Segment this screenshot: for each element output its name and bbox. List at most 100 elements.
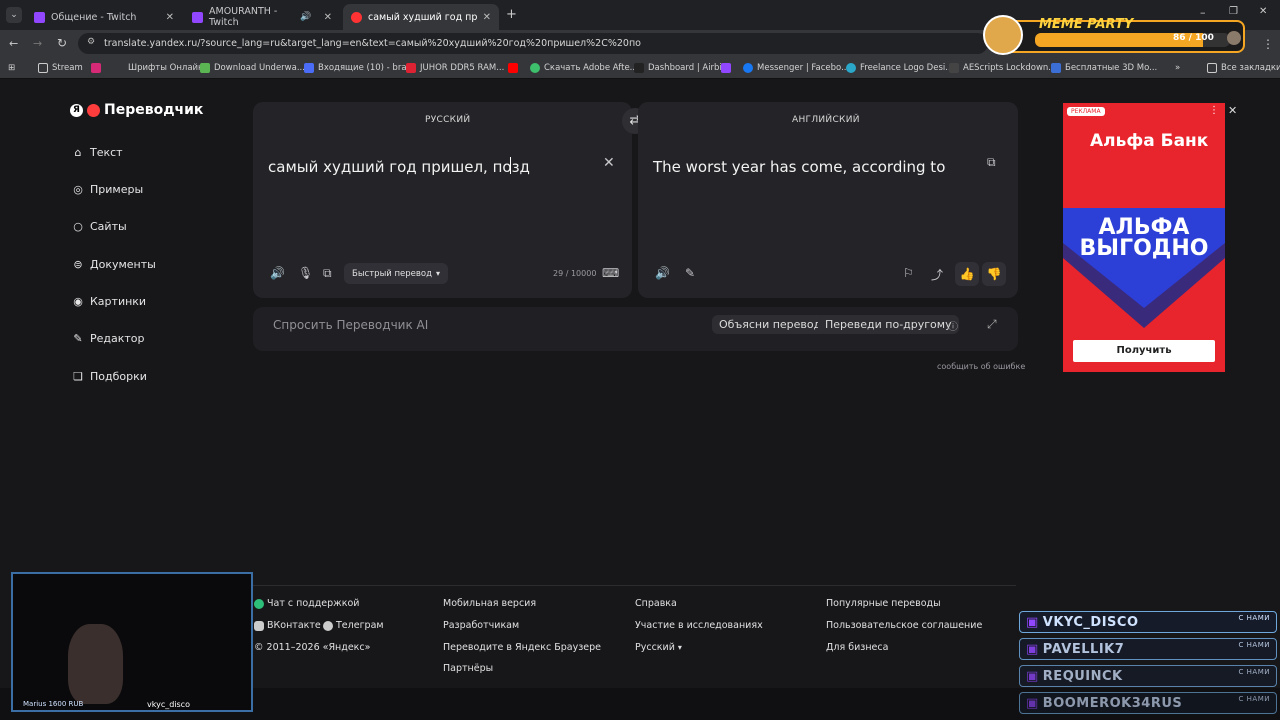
bookmark-stream[interactable]: Stream bbox=[38, 57, 83, 79]
share-icon[interactable]: ⤴ bbox=[931, 266, 943, 283]
all-bookmarks[interactable]: Все закладки bbox=[1207, 57, 1280, 79]
sidebar-item-sites[interactable]: ○ Сайты bbox=[72, 219, 126, 233]
footer-help-link[interactable]: Справка bbox=[635, 598, 677, 609]
speaker-icon[interactable]: 🔊 bbox=[655, 266, 670, 280]
translate-differently-chip[interactable]: Переведи по-другому bbox=[818, 315, 959, 334]
ad-get-button[interactable]: Получить bbox=[1073, 340, 1215, 362]
sidebar-item-images[interactable]: ◉ Картинки bbox=[72, 295, 146, 308]
yandex-translate-icon bbox=[351, 11, 362, 23]
translation-output: The worst year has come, according to bbox=[653, 158, 946, 176]
expand-icon[interactable]: ⤢ bbox=[987, 317, 997, 332]
sidebar-item-examples[interactable]: ◎ Примеры bbox=[72, 183, 143, 196]
source-text-input[interactable]: самый худший год пришел, позд bbox=[268, 158, 530, 176]
footer-business-link[interactable]: Для бизнеса bbox=[826, 642, 888, 653]
minimize-button[interactable]: – bbox=[1200, 6, 1206, 19]
close-window-button[interactable]: ✕ bbox=[1259, 6, 1267, 17]
target-language-selector[interactable]: АНГЛИЙСКИЙ bbox=[792, 115, 860, 125]
vk-icon bbox=[254, 620, 264, 631]
sidebar-item-collections[interactable]: ❏ Подборки bbox=[72, 370, 147, 383]
footer-terms-link[interactable]: Пользовательское соглашение bbox=[826, 620, 982, 631]
clear-text-icon[interactable]: ✕ bbox=[603, 155, 615, 171]
meme-party-widget: MEME PARTY 86 / 100 bbox=[983, 15, 1245, 55]
explain-translation-chip[interactable]: Объясни перевод bbox=[712, 315, 829, 334]
forward-icon[interactable]: → bbox=[33, 37, 42, 50]
close-ad-icon[interactable]: ✕ bbox=[1228, 104, 1237, 117]
bookmark-aescripts[interactable]: AEScripts Lockdown... bbox=[949, 57, 1056, 79]
bookmark-download[interactable]: Download Underwa... bbox=[200, 57, 305, 79]
copy-translation-icon[interactable]: ⧉ bbox=[987, 155, 996, 170]
bookmark-adobe[interactable]: Скачать Adobe Afte... bbox=[530, 57, 638, 79]
apps-icon[interactable]: ⊞ bbox=[8, 57, 15, 79]
copyright: © 2011–2026 «Яндекс» bbox=[254, 642, 371, 653]
reload-icon[interactable]: ↻ bbox=[57, 36, 67, 50]
footer-partners-link[interactable]: Партнёры bbox=[443, 663, 493, 674]
more-bookmarks-icon[interactable]: » bbox=[1175, 57, 1180, 79]
collections-icon: ❏ bbox=[73, 369, 83, 383]
editor-icon: ✎ bbox=[73, 331, 83, 345]
maximize-button[interactable]: ❐ bbox=[1229, 6, 1238, 17]
footer-mobile-link[interactable]: Мобильная версия bbox=[443, 598, 536, 609]
vk-link[interactable]: ВКонтакте bbox=[254, 620, 321, 631]
bookmark-3d[interactable]: Бесплатные 3D Mo... bbox=[1051, 57, 1157, 79]
back-icon[interactable]: ← bbox=[9, 37, 18, 50]
edit-icon[interactable]: ✎ bbox=[685, 266, 695, 280]
telegram-link[interactable]: Телеграм bbox=[323, 620, 384, 631]
close-tab-icon[interactable]: ✕ bbox=[324, 12, 332, 23]
footer-popular-link[interactable]: Популярные переводы bbox=[826, 598, 941, 609]
footer-browser-link[interactable]: Переводите в Яндекс Браузере bbox=[443, 642, 601, 653]
support-chat-link[interactable]: Чат с поддержкой bbox=[254, 598, 359, 609]
footer-developers-link[interactable]: Разработчикам bbox=[443, 620, 519, 631]
bookmark-youtube[interactable] bbox=[508, 57, 518, 79]
bookmark-fonts[interactable] bbox=[91, 57, 101, 79]
tab-amouranth[interactable]: AMOURANTH - Twitch 🔊 ✕ bbox=[184, 4, 340, 30]
bookmark-facebook[interactable]: Messenger | Facebo... bbox=[743, 57, 849, 79]
bookmark-messenger[interactable] bbox=[721, 57, 731, 79]
sidebar-item-editor[interactable]: ✎ Редактор bbox=[72, 331, 144, 345]
microphone-icon[interactable]: 🎙 bbox=[298, 266, 313, 280]
close-tab-icon[interactable]: ✕ bbox=[166, 12, 174, 23]
text-cursor bbox=[510, 157, 511, 174]
new-tab-button[interactable]: + bbox=[506, 7, 517, 22]
thumbs-up-icon[interactable]: 👍 bbox=[955, 262, 979, 286]
speaker-icon[interactable]: 🔊 bbox=[270, 266, 285, 280]
ad-tag: РЕКЛАМА bbox=[1067, 107, 1105, 116]
bookmark-inbox[interactable]: Входящие (10) - bra... bbox=[304, 57, 415, 79]
report-error-link[interactable]: сообщить об ошибке bbox=[937, 362, 1025, 371]
footer-language-select[interactable]: Русский ▾ bbox=[635, 642, 682, 653]
translation-mode-select[interactable]: Быстрый перевод ▾ bbox=[344, 263, 449, 284]
browser-menu-icon[interactable]: ⋮ bbox=[1262, 37, 1274, 51]
thumbs-down-icon[interactable]: 👎 bbox=[982, 262, 1006, 286]
ai-ask-input[interactable]: Спросить Переводчик AI bbox=[273, 318, 428, 332]
tab-twitch-chat[interactable]: Общение - Twitch ✕ bbox=[26, 4, 182, 30]
footer-research-link[interactable]: Участие в исследованиях bbox=[635, 620, 763, 631]
source-language-selector[interactable]: РУССКИЙ bbox=[425, 115, 470, 125]
twitch-icon: ▣ bbox=[1026, 641, 1039, 657]
sidebar-item-documents[interactable]: ⊜ Документы bbox=[72, 258, 155, 271]
bookmark-icon[interactable]: ⚐ bbox=[903, 266, 914, 280]
tab-yandex-translate[interactable]: самый худший год пришел, по ✕ bbox=[343, 4, 499, 30]
streamer-face bbox=[68, 624, 123, 704]
sites-icon: ○ bbox=[73, 219, 83, 233]
bookmark-airbit[interactable]: Dashboard | Airbit bbox=[634, 57, 725, 79]
url-input[interactable]: ⚙ translate.yandex.ru/?source_lang=ru&ta… bbox=[78, 33, 988, 54]
sidebar-item-text[interactable]: ⌂ Текст bbox=[72, 146, 123, 159]
cam-caption-left: Marius 1600 RUB bbox=[23, 700, 84, 708]
bookmark-favicon bbox=[1051, 63, 1061, 73]
bookmark-fonts-label[interactable]: Шрифты Онлайн bbox=[128, 57, 204, 79]
audio-icon[interactable]: 🔊 bbox=[300, 12, 311, 22]
advertisement-banner[interactable]: РЕКЛАМА ⋮ Альфа Банк АЛЬФА ВЫГОДНО Получ… bbox=[1063, 103, 1225, 372]
site-info-icon[interactable]: ⚙ bbox=[87, 37, 95, 47]
bookmarks-bar: ⊞ Stream Шрифты Онлайн Download Underwa.… bbox=[0, 57, 1280, 79]
meme-progress-text: 86 / 100 bbox=[1173, 33, 1214, 43]
close-tab-icon[interactable]: ✕ bbox=[483, 12, 491, 23]
ad-menu-icon[interactable]: ⋮ bbox=[1209, 105, 1219, 116]
tab-search-button[interactable]: ⌄ bbox=[6, 7, 22, 23]
keyboard-icon[interactable]: ⌨ bbox=[602, 266, 619, 280]
ad-brand: Альфа Банк bbox=[1090, 131, 1209, 151]
info-icon[interactable]: ⓘ bbox=[948, 318, 958, 333]
yandex-translate-logo[interactable]: Я Переводчик bbox=[70, 102, 203, 118]
target-panel: АНГЛИЙСКИЙ The worst year has come, acco… bbox=[638, 102, 1018, 298]
copy-icon[interactable]: ⧉ bbox=[323, 266, 332, 281]
bookmark-freelance[interactable]: Freelance Logo Desi... bbox=[846, 57, 953, 79]
bookmark-juhor[interactable]: JUHOR DDR5 RAM... bbox=[406, 57, 504, 79]
